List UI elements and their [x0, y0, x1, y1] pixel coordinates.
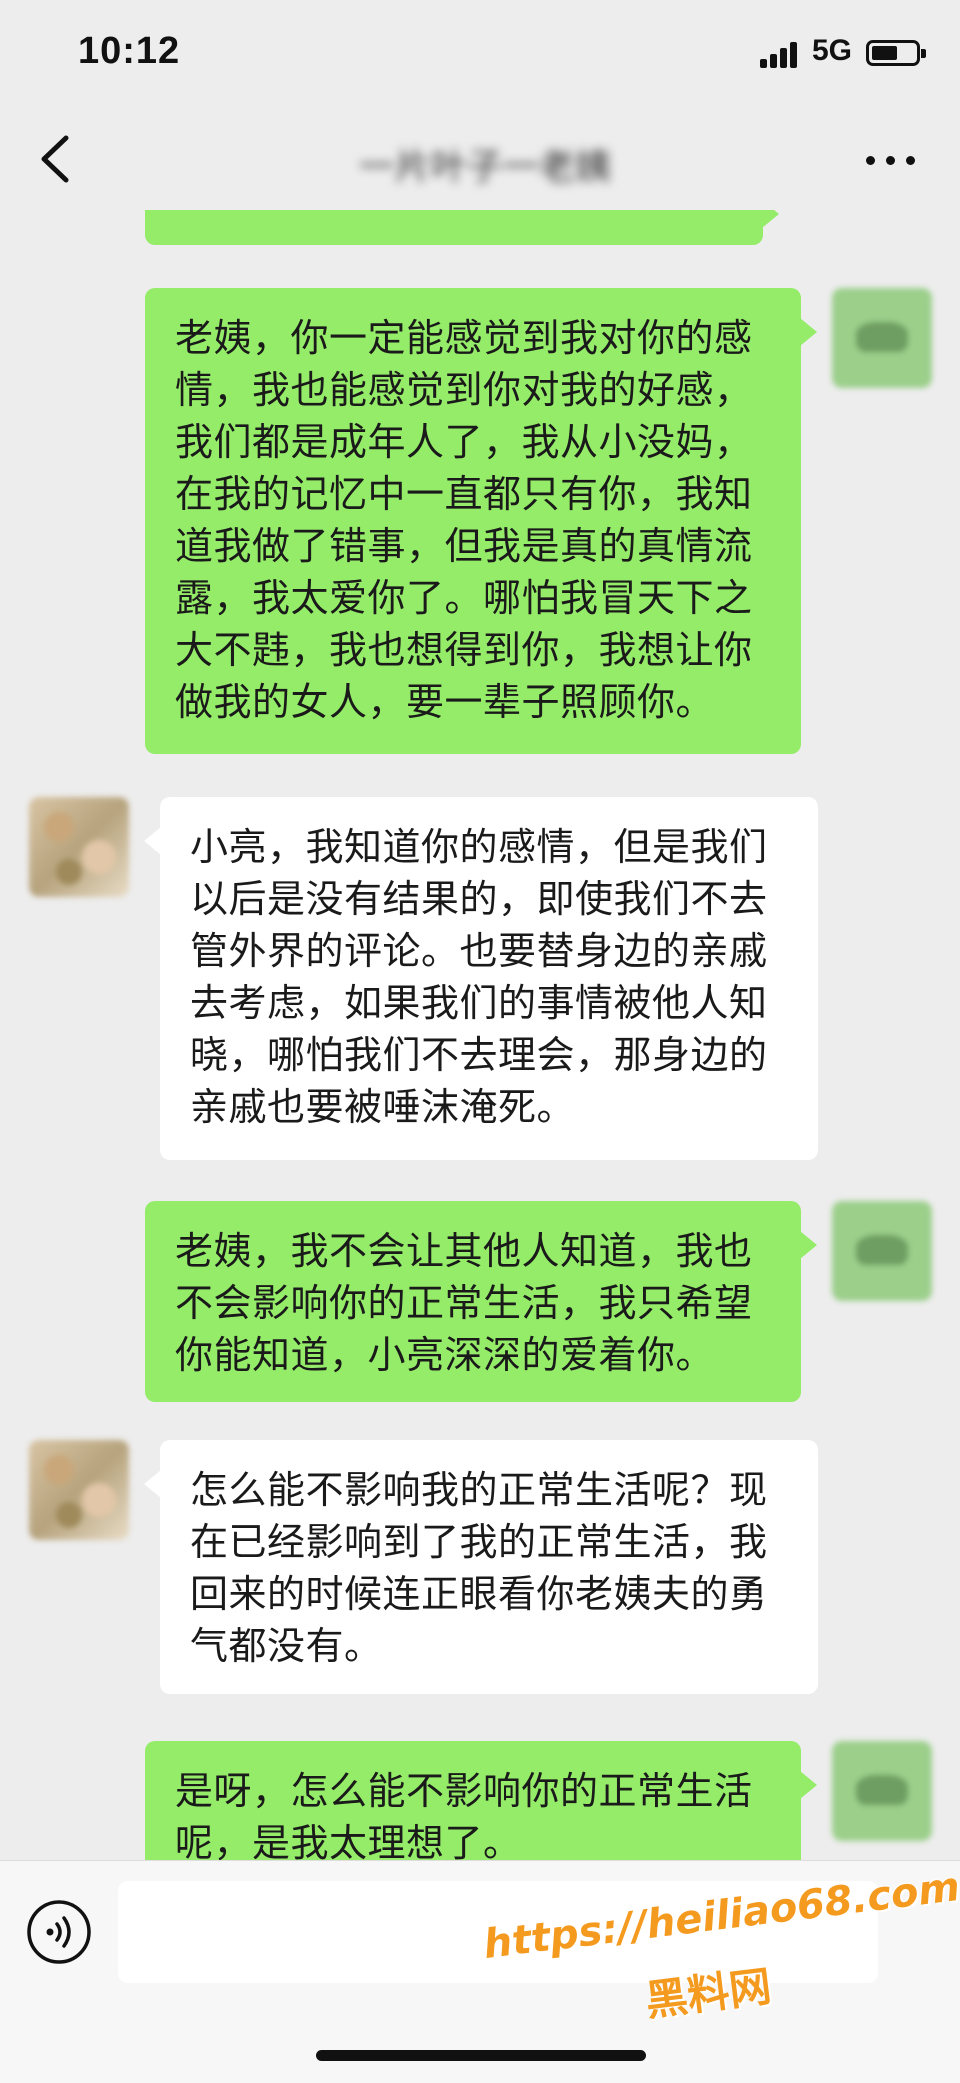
- self-avatar[interactable]: [832, 1201, 932, 1301]
- chat-header: 一片叶子一老姨: [0, 110, 960, 210]
- battery-icon: [866, 40, 926, 66]
- contact-avatar[interactable]: [29, 1440, 129, 1540]
- message-list[interactable]: 老姨，你一定能感觉到我对你的感情，我也能感觉到你对我的好感，我们都是成年人了，我…: [0, 210, 960, 1860]
- status-time: 10:12: [78, 30, 181, 72]
- message-bubble-received[interactable]: 小亮，我知道你的感情，但是我们以后是没有结果的，即使我们不去管外界的评论。也要替…: [144, 797, 818, 1160]
- voice-icon[interactable]: [26, 1899, 92, 1965]
- message-bubble-sent[interactable]: 是呀，怎么能不影响你的正常生活呢，是我太理想了。: [145, 1741, 817, 1860]
- chevron-left-icon[interactable]: [36, 134, 76, 184]
- message-bubble-received[interactable]: 怎么能不影响我的正常生活呢？现在已经影响到了我的正常生活，我回来的时候连正眼看你…: [144, 1440, 818, 1694]
- message-bubble-sent[interactable]: 老姨，我不会让其他人知道，我也不会影响你的正常生活，我只希望你能知道，小亮深深的…: [145, 1201, 817, 1402]
- message-bubble-sent[interactable]: [145, 210, 779, 245]
- network-label: 5G: [812, 34, 853, 67]
- status-bar: 10:12 5G: [0, 0, 960, 110]
- self-avatar[interactable]: [832, 1741, 932, 1841]
- self-avatar[interactable]: [832, 288, 932, 388]
- message-bubble-sent[interactable]: 老姨，你一定能感觉到我对你的感情，我也能感觉到你对我的好感，我们都是成年人了，我…: [145, 288, 817, 754]
- chat-title: 一片叶子一老姨: [358, 147, 611, 188]
- more-dots-icon[interactable]: [866, 156, 916, 166]
- contact-avatar[interactable]: [29, 797, 129, 897]
- signal-icon: [760, 42, 804, 68]
- home-indicator[interactable]: [316, 2050, 646, 2061]
